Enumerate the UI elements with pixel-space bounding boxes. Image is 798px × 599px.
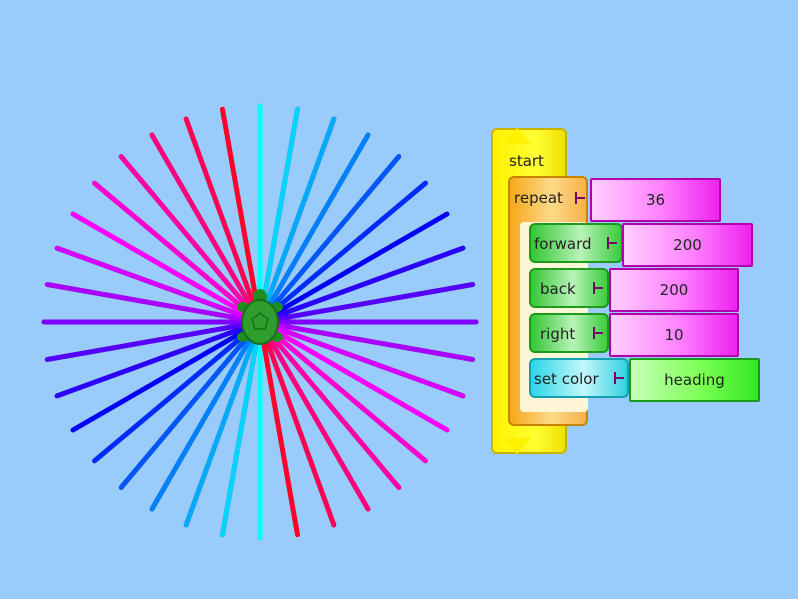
set-color-plug	[614, 372, 626, 384]
repeat-label: repeat	[514, 189, 563, 207]
start-label: start	[509, 152, 544, 170]
forward-label: forward	[534, 235, 592, 253]
forward-plug	[607, 237, 619, 249]
right-value: 10	[664, 326, 684, 344]
right-arg[interactable]: 10	[609, 313, 739, 357]
set-color-label: set color	[534, 370, 599, 388]
back-label: back	[540, 280, 576, 298]
back-plug	[593, 282, 605, 294]
right-label: right	[540, 325, 576, 343]
back-value: 200	[659, 281, 689, 299]
forward-arg[interactable]: 200	[622, 223, 753, 267]
forward-value: 200	[673, 236, 702, 254]
right-plug	[593, 327, 605, 339]
set-color-arg[interactable]: heading	[629, 358, 760, 402]
repeat-count-arg[interactable]: 36	[590, 178, 721, 222]
set-color-value: heading	[664, 371, 725, 389]
back-arg[interactable]: 200	[609, 268, 739, 312]
repeat-plug	[575, 192, 587, 204]
repeat-count-value: 36	[645, 191, 666, 209]
